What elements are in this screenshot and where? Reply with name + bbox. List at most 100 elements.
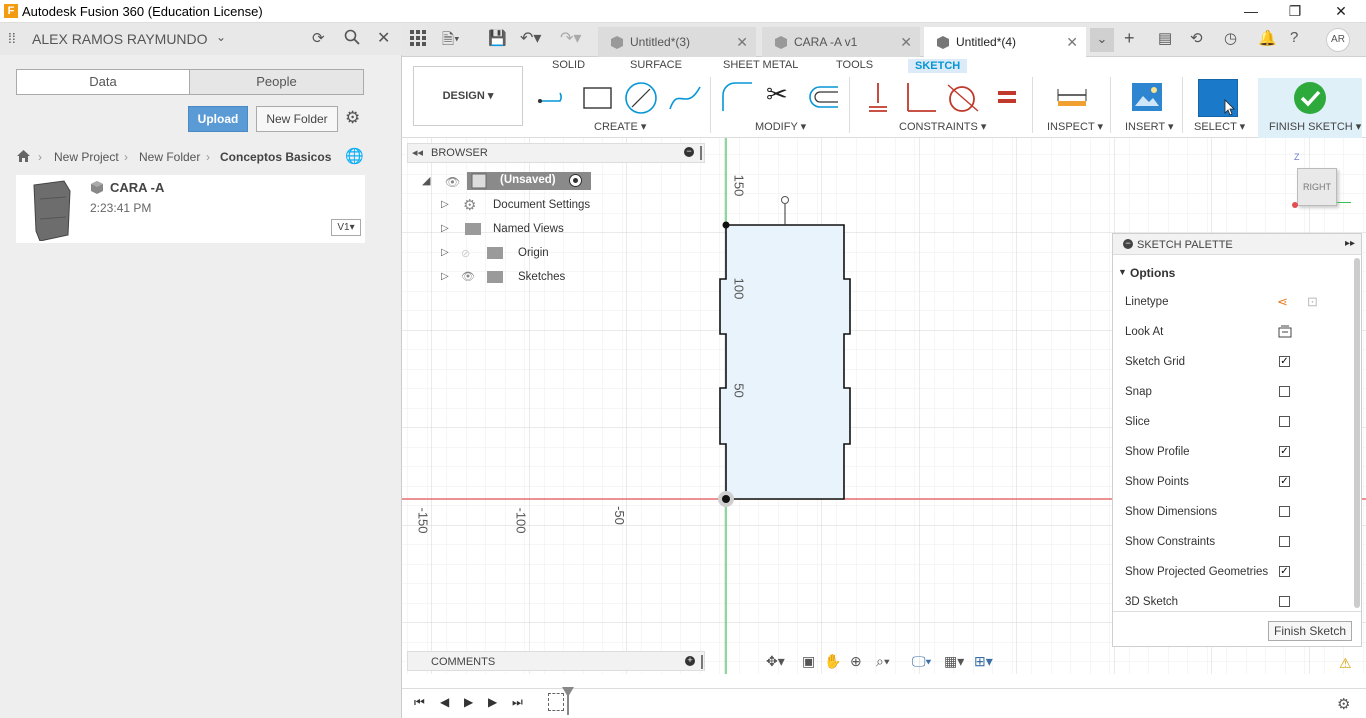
file-name[interactable]: CARA -A [110,180,164,195]
centerline-linetype-icon[interactable]: ⊡ [1307,294,1318,310]
warning-icon[interactable]: ⚠ [1339,655,1352,672]
notifications-icon[interactable]: 🔔 [1258,29,1277,47]
browser-root[interactable]: (Unsaved) [500,174,556,186]
select-menu[interactable]: SELECT ▾ [1194,120,1245,133]
add-comment-icon[interactable]: + [685,656,695,666]
select-tool-icon[interactable] [1198,79,1238,117]
tab-untitled-4[interactable]: Untitled*(4) ✕ [924,27,1086,57]
close-button[interactable]: ✕ [1318,0,1364,23]
line-tool-icon[interactable] [538,83,572,116]
close-tab-icon[interactable]: ✕ [1066,34,1078,51]
3d-sketch-checkbox[interactable] [1279,596,1290,607]
comments-icon[interactable]: ▤ [1158,29,1172,47]
visibility-eye-icon[interactable]: 👁 [461,270,475,283]
show-constraints-checkbox[interactable] [1279,536,1290,547]
new-folder-button[interactable]: New Folder [256,106,338,132]
coincident-constraint-icon[interactable] [866,81,890,116]
perpendicular-constraint-icon[interactable] [904,81,938,116]
constraints-menu[interactable]: CONSTRAINTS ▾ [899,120,986,133]
sketch-grid-checkbox[interactable]: ✓ [1279,356,1290,367]
offset-tool-icon[interactable] [806,83,840,114]
help-icon[interactable]: ? [1290,29,1298,46]
expand-icon[interactable]: ▷ [441,199,449,210]
pan-hand-icon[interactable]: ✋ [824,653,841,670]
finish-sketch-button[interactable]: Finish Sketch [1268,621,1352,641]
close-tab-icon[interactable]: ✕ [736,34,748,51]
refresh-icon[interactable]: ⟳ [312,29,325,47]
globe-icon[interactable]: 🌐 [345,147,364,165]
go-to-start-icon[interactable]: ⏮ [414,695,425,710]
show-dimensions-checkbox[interactable] [1279,506,1290,517]
tab-sketch[interactable]: SKETCH [908,59,968,73]
tab-cara-a[interactable]: CARA -A v1 ✕ [762,27,920,57]
tangent-constraint-icon[interactable] [946,81,980,118]
tab-untitled-3[interactable]: Untitled*(3) ✕ [598,27,756,57]
gear-icon[interactable]: ⚙ [345,108,360,128]
modify-menu[interactable]: MODIFY ▾ [755,120,806,133]
upload-button[interactable]: Upload [188,106,248,132]
show-projected-geometries-checkbox[interactable]: ✓ [1279,566,1290,577]
browser-item-sketches[interactable]: Sketches [518,271,565,283]
play-icon[interactable]: ▶ [464,695,473,709]
save-icon[interactable]: 💾 [488,29,507,47]
undo-icon[interactable]: ↶▾ [520,28,541,48]
tab-sheet-metal[interactable]: SHEET METAL [723,59,798,71]
finish-sketch-check-icon[interactable] [1293,81,1327,118]
insert-menu[interactable]: INSERT ▾ [1125,120,1174,133]
restore-button[interactable]: ❐ [1272,0,1318,23]
display-settings-icon[interactable]: 🖵▾ [912,653,931,670]
step-back-icon[interactable]: ◀ [440,695,449,709]
avatar[interactable]: AR [1326,28,1350,52]
tab-solid[interactable]: SOLID [552,59,585,71]
home-icon[interactable] [16,149,31,166]
sketch-timeline-icon[interactable] [548,693,564,711]
browser-item-document-settings[interactable]: Document Settings [493,199,590,211]
breadcrumb-new-project[interactable]: New Project [54,150,119,164]
show-points-checkbox[interactable]: ✓ [1279,476,1290,487]
browser-item-origin[interactable]: Origin [518,247,549,259]
close-tab-icon[interactable]: ✕ [900,34,912,51]
timeline-settings-gear-icon[interactable]: ⚙ [1337,695,1350,713]
construction-linetype-icon[interactable]: ⋖ [1277,294,1288,310]
redo-icon[interactable]: ↷▾ [560,28,581,48]
tab-overflow-icon[interactable]: ⌄ [1090,28,1114,52]
workspace-switcher[interactable]: DESIGN ▾ [413,66,523,126]
circle-tool-icon[interactable] [624,81,658,118]
extensions-icon[interactable]: ⟲ [1190,29,1203,47]
file-menu-icon[interactable]: 🗎▾ [442,29,460,54]
section-collapse-icon[interactable]: ▼ [1118,267,1127,277]
new-tab-icon[interactable]: + [1124,28,1135,49]
tab-tools[interactable]: TOOLS [836,59,873,71]
snap-checkbox[interactable] [1279,386,1290,397]
apps-grid-icon[interactable]: ⁞⁞ [8,30,16,46]
expand-icon[interactable]: ▷ [441,271,449,282]
minimize-button[interactable]: — [1228,0,1274,23]
go-to-end-icon[interactable]: ⏭ [512,695,523,710]
search-icon[interactable] [344,29,360,48]
tab-people[interactable]: People [189,69,364,95]
step-forward-icon[interactable]: ▶ [488,695,497,709]
finish-sketch-menu[interactable]: FINISH SKETCH ▾ [1269,120,1361,133]
rectangle-tool-icon[interactable] [582,85,614,114]
apps-grid-icon[interactable] [410,30,426,49]
measure-icon[interactable] [1056,85,1088,112]
minimize-panel-icon[interactable]: − [684,147,694,157]
activate-radio-icon[interactable] [569,174,582,187]
collapse-tree-icon[interactable]: ◢ [422,174,430,187]
zoom-window-icon[interactable]: ⌕▾ [876,653,890,670]
expand-icon[interactable]: ▷ [441,247,449,258]
hidden-eye-icon[interactable]: ⊘ [461,247,470,260]
expand-palette-icon[interactable]: ▸▸ [1345,238,1355,249]
tab-surface[interactable]: SURFACE [630,59,682,71]
palette-scrollbar[interactable] [1354,258,1360,608]
trim-scissors-icon[interactable]: ✂ [766,79,788,110]
create-menu[interactable]: CREATE ▾ [594,120,646,133]
user-name[interactable]: ALEX RAMOS RAYMUNDO [32,31,208,47]
zoom-icon[interactable]: ⊕ [850,653,862,670]
expand-icon[interactable]: ▷ [441,223,449,234]
visibility-eye-icon[interactable]: 👁 [445,175,460,189]
slice-checkbox[interactable] [1279,416,1290,427]
collapse-panel-icon[interactable]: ◂◂ [412,146,423,159]
fillet-tool-icon[interactable] [720,81,754,116]
chevron-down-icon[interactable]: ⌄ [216,30,226,44]
